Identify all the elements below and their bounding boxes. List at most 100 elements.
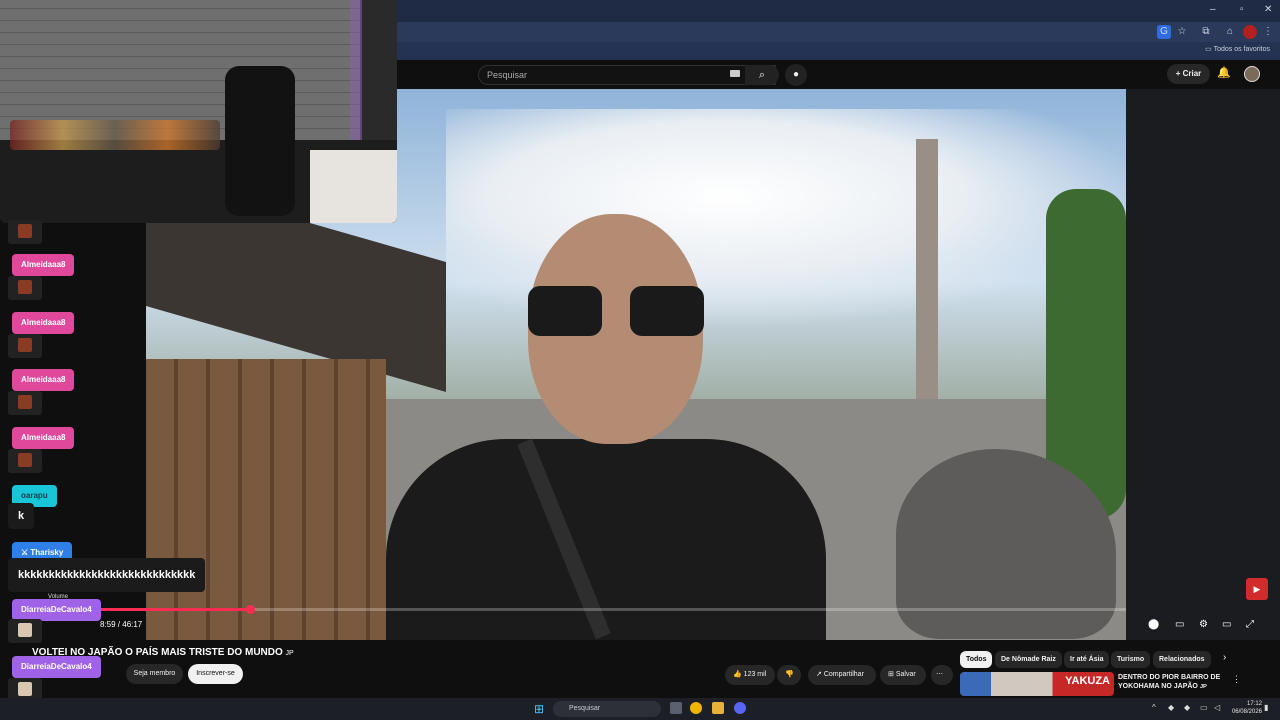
chip-turismo[interactable]: Turismo: [1111, 651, 1151, 668]
share-label: Compartilhar: [823, 671, 864, 678]
clock-time: 17:12: [1246, 701, 1262, 707]
taskbar-search[interactable]: Pesquisar: [553, 701, 661, 717]
thumbs-down-icon: 👎: [785, 671, 794, 678]
file-explorer-icon[interactable]: [712, 702, 724, 714]
chat-username: Almeidaaa8: [12, 369, 75, 391]
tray-chevron-icon[interactable]: ^: [1152, 703, 1156, 712]
chip-all[interactable]: Todos: [960, 651, 993, 668]
notifications-icon[interactable]: ▮: [1264, 703, 1268, 712]
chevron-right-icon[interactable]: ›: [1223, 652, 1226, 663]
system-clock[interactable]: 17:12 06/08/2026: [1232, 700, 1262, 716]
all-bookmarks-label: Todos os favoritos: [1213, 46, 1270, 53]
recommended-title-flag: JP: [1199, 684, 1207, 690]
chat-username: Almeidaaa8: [12, 427, 75, 449]
share-icon: ↗: [816, 671, 822, 678]
settings-gear-icon[interactable]: ⚙: [1199, 619, 1208, 630]
voice-search-button[interactable]: ●: [785, 64, 807, 86]
chip-nomade-raiz[interactable]: De Nômade Raiz: [995, 651, 1062, 668]
like-button[interactable]: 👍 123 mil: [725, 665, 775, 685]
volume-icon[interactable]: ◁: [1214, 703, 1220, 712]
right-lens: [630, 286, 704, 336]
figurines: [10, 120, 220, 150]
chat-avatar: [8, 334, 42, 358]
desk: [310, 150, 397, 223]
youtube-header: Pesquisar ⌕ ● + Criar 🔔: [397, 60, 1280, 89]
all-bookmarks-folder[interactable]: ▭ Todos os favoritos: [1205, 45, 1270, 53]
browser-menu-icon[interactable]: ⋮: [1261, 25, 1275, 39]
wooden-fence: [146, 359, 386, 640]
thumbnail-text: YAKUZA: [1065, 675, 1110, 687]
chat-username: Almeidaaa8: [12, 254, 75, 276]
save-label: Salvar: [895, 671, 916, 678]
video-title-flag: JP: [285, 650, 294, 657]
tray-app-icon[interactable]: ◆: [1168, 703, 1174, 712]
minimize-icon[interactable]: –: [1210, 4, 1216, 15]
save-button[interactable]: ⊞ Salvar: [880, 665, 926, 685]
chat-avatar: [8, 619, 42, 643]
keyboard-icon[interactable]: [730, 70, 740, 77]
task-view-icon[interactable]: [670, 702, 682, 714]
channel-watermark-icon[interactable]: ▶: [1246, 578, 1268, 600]
moderator-icon: ⚔: [21, 548, 29, 557]
chrome-icon[interactable]: [690, 702, 702, 714]
left-lens: [528, 286, 602, 336]
sunglasses: [528, 286, 706, 338]
save-icon: ⊞: [888, 671, 894, 678]
recommended-more-icon[interactable]: ⋮: [1232, 674, 1241, 685]
translate-icon[interactable]: G: [1157, 25, 1171, 39]
taskbar-search-placeholder: Pesquisar: [569, 705, 601, 712]
brick-wall: [0, 0, 360, 140]
subtitles-icon[interactable]: ▭: [1175, 619, 1184, 630]
webcam-overlay: [0, 0, 397, 223]
more-actions-button[interactable]: ⋯: [931, 665, 953, 685]
clock-date: 06/08/2026: [1231, 709, 1262, 715]
chat-username: DiarreiaDeCavalo4: [12, 656, 101, 678]
right-side-panel: [1126, 89, 1280, 640]
cast-icon[interactable]: ⌂: [1223, 25, 1237, 39]
progress-scrubber[interactable]: [246, 605, 255, 614]
more-icon: ⋯: [936, 671, 943, 678]
close-icon[interactable]: ✕: [1264, 4, 1272, 15]
search-icon: ⌕: [758, 69, 766, 81]
windows-taskbar: ⊞ Pesquisar ^ ◆ ◆ ▭ ◁ 17:12 06/08/2026 ▮: [0, 698, 1280, 720]
subscribe-button[interactable]: Inscrever-se: [188, 664, 243, 684]
network-icon[interactable]: ▭: [1200, 703, 1208, 712]
autoplay-toggle-icon[interactable]: ⬤: [1148, 619, 1159, 630]
chat-avatar: [8, 449, 42, 473]
recommended-title[interactable]: DENTRO DO PIOR BAIRRO DE YOKOHAMA NO JAP…: [1118, 673, 1230, 692]
recommended-thumbnail[interactable]: YAKUZA: [960, 672, 1114, 696]
bookmark-star-icon[interactable]: ☆: [1175, 25, 1189, 39]
chip-relacionados[interactable]: Relacionados: [1153, 651, 1211, 668]
like-count: 123 mil: [743, 671, 767, 678]
chat-avatar: [8, 391, 42, 415]
share-button[interactable]: ↗ Compartilhar: [808, 665, 876, 685]
extensions-icon[interactable]: ⧉: [1199, 25, 1213, 39]
chat-username: Tharisky: [30, 548, 64, 557]
chat-avatar: [8, 220, 42, 244]
maximize-icon[interactable]: ▫: [1240, 4, 1244, 15]
chat-username: DiarreiaDeCavalo4: [12, 599, 101, 621]
account-avatar[interactable]: [1244, 66, 1260, 82]
purple-light: [350, 0, 362, 140]
theater-mode-icon[interactable]: ▭: [1222, 619, 1231, 630]
browser-toolbar: G ☆ ⧉ ⌂ ⋮: [397, 22, 1280, 42]
profile-icon[interactable]: [1243, 25, 1257, 39]
create-label: Criar: [1182, 69, 1202, 78]
notifications-bell-icon[interactable]: 🔔: [1217, 66, 1231, 79]
chat-message: kkkkkkkkkkkkkkkkkkkkkkkkkkkkk: [8, 558, 206, 592]
bookmarks-bar: ▭ Todos os favoritos: [397, 42, 1280, 60]
time-display: 8:59 / 46:17: [100, 620, 143, 629]
gaming-chair: [225, 66, 295, 216]
windows-start-icon[interactable]: ⊞: [534, 702, 544, 716]
chat-username: Almeidaaa8: [12, 312, 75, 334]
chat-message: k: [8, 503, 34, 529]
create-button[interactable]: + Criar: [1167, 64, 1210, 84]
dislike-button[interactable]: 👎: [777, 665, 801, 685]
search-button[interactable]: ⌕: [745, 65, 779, 85]
tray-app-icon[interactable]: ◆: [1184, 703, 1190, 712]
join-button[interactable]: Seja membro: [126, 664, 183, 684]
chip-ir-ate-asia[interactable]: Ir até Ásia: [1064, 651, 1110, 668]
fullscreen-icon[interactable]: ⤢: [1246, 619, 1254, 630]
discord-icon[interactable]: [734, 702, 746, 714]
thumbs-up-icon: 👍: [733, 671, 742, 678]
